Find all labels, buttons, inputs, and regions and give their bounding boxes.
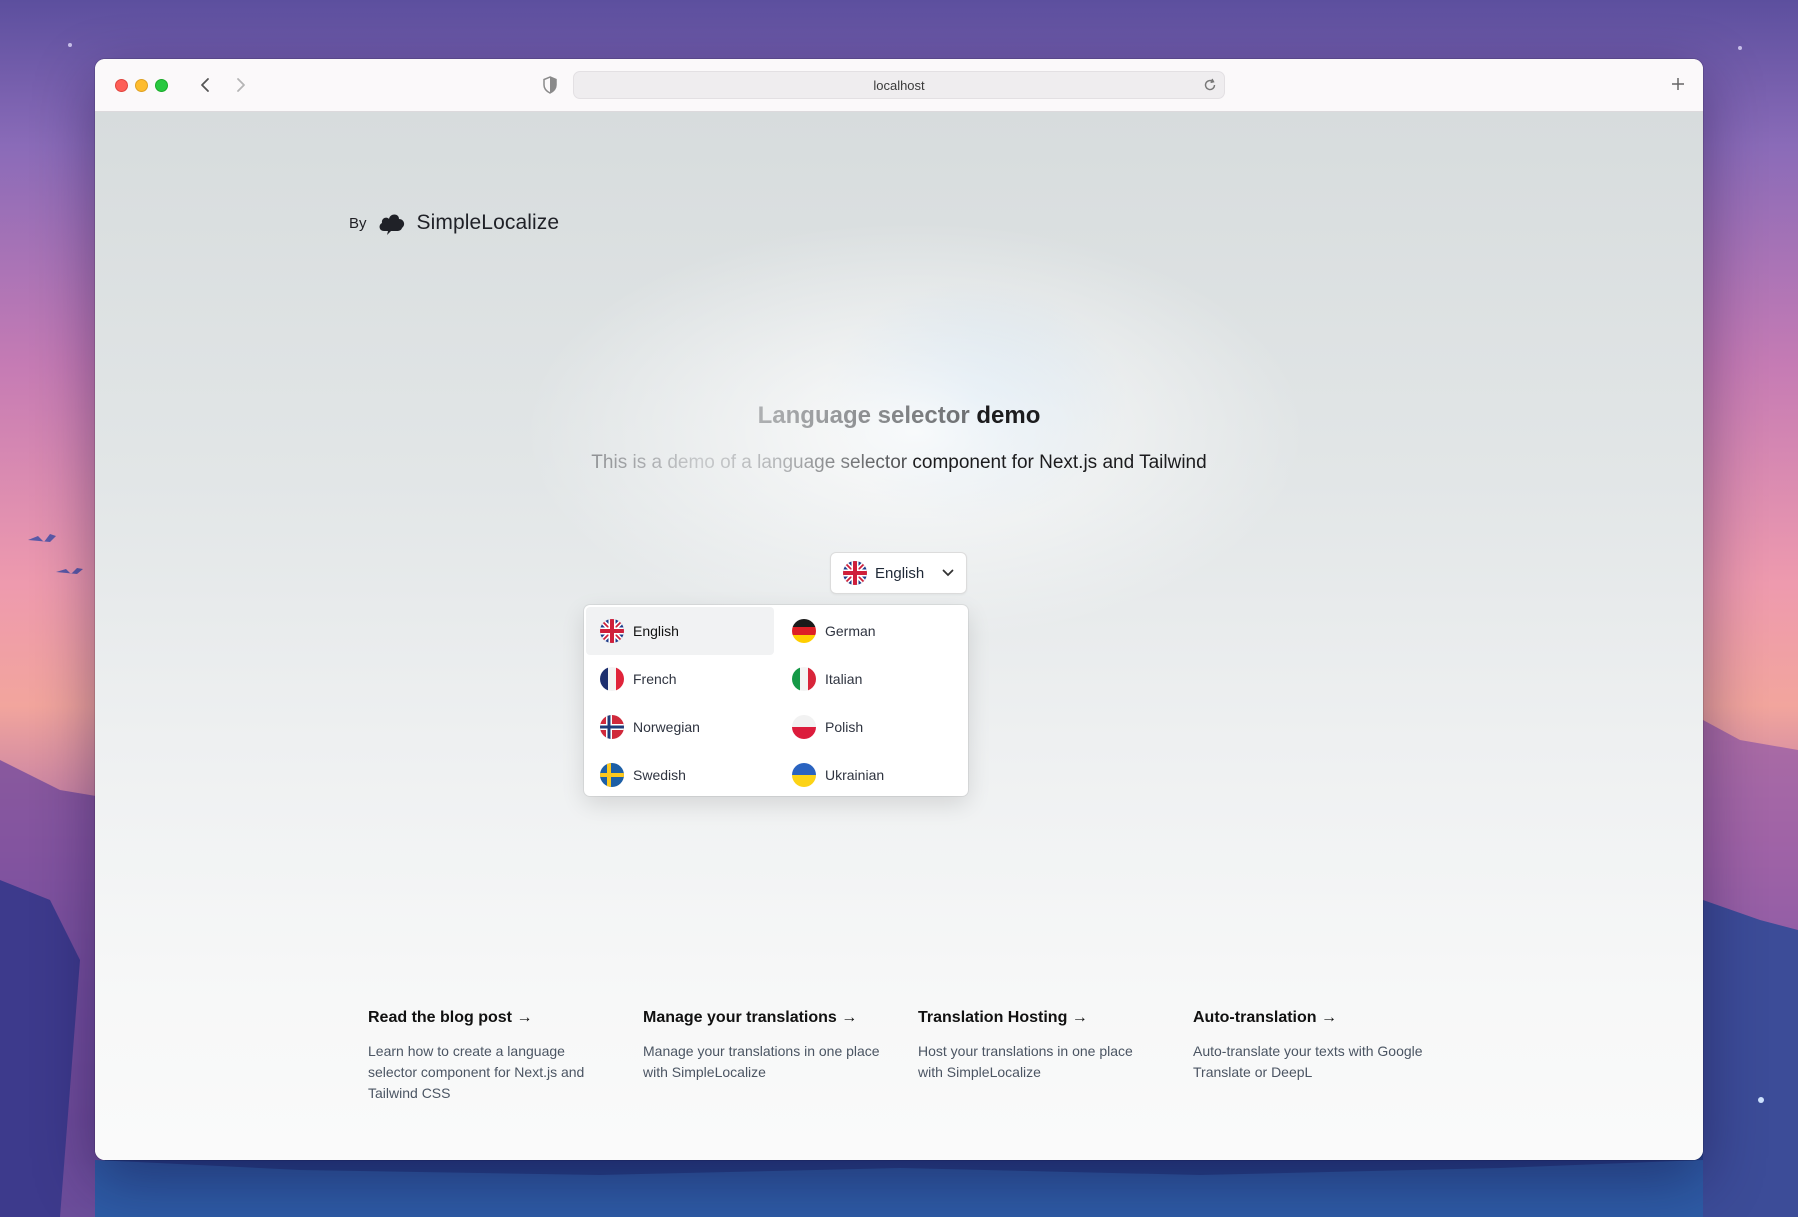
language-selector-button[interactable]: English bbox=[830, 552, 967, 594]
norway-flag-icon bbox=[600, 715, 624, 739]
cloud-logo-icon bbox=[379, 214, 404, 235]
card-blog-post[interactable]: Read the blog post → Learn how to create… bbox=[368, 1009, 643, 1104]
uk-flag-icon bbox=[843, 561, 867, 585]
language-option-ukrainian[interactable]: Ukrainian bbox=[778, 751, 966, 799]
language-option-label: French bbox=[633, 671, 677, 687]
page-content: By SimpleLocalize Language selector demo… bbox=[95, 112, 1703, 1160]
page-subtitle: This is a demo of a language selector co… bbox=[95, 452, 1703, 474]
germany-flag-icon bbox=[792, 619, 816, 643]
brand-link[interactable]: By SimpleLocalize bbox=[349, 210, 559, 236]
subtitle-strong-text: component for Next.js and Tailwind bbox=[912, 452, 1207, 473]
language-option-german[interactable]: German bbox=[778, 607, 966, 655]
chevron-down-icon bbox=[942, 569, 954, 577]
language-option-label: English bbox=[633, 623, 679, 639]
url-text: localhost bbox=[873, 77, 925, 93]
language-option-norwegian[interactable]: Norwegian bbox=[586, 703, 774, 751]
title-strong-text: demo bbox=[976, 402, 1041, 429]
card-title: Translation Hosting → bbox=[918, 1009, 1088, 1026]
language-option-label: Swedish bbox=[633, 767, 686, 783]
language-option-label: Polish bbox=[825, 719, 864, 735]
brand-by-label: By bbox=[349, 214, 367, 232]
language-dropdown-menu: English German French Italian Norwegian … bbox=[584, 605, 968, 796]
close-window-button[interactable] bbox=[115, 79, 128, 92]
poland-flag-icon bbox=[792, 715, 816, 739]
card-auto-translation[interactable]: Auto-translation → Auto-translate your t… bbox=[1193, 1009, 1468, 1104]
ukraine-flag-icon bbox=[792, 763, 816, 787]
forward-icon[interactable] bbox=[229, 73, 253, 97]
sweden-flag-icon bbox=[600, 763, 624, 787]
france-flag-icon bbox=[600, 667, 624, 691]
card-title: Auto-translation → bbox=[1193, 1009, 1337, 1026]
page-title: Language selector demo bbox=[95, 402, 1703, 430]
shield-icon[interactable] bbox=[542, 76, 560, 94]
language-option-polish[interactable]: Polish bbox=[778, 703, 966, 751]
zoom-window-button[interactable] bbox=[155, 79, 168, 92]
card-description: Manage your translations in one place wi… bbox=[643, 1043, 880, 1080]
language-option-label: German bbox=[825, 623, 876, 639]
card-description: Learn how to create a language selector … bbox=[368, 1043, 585, 1101]
back-icon[interactable] bbox=[193, 73, 217, 97]
uk-flag-icon bbox=[600, 619, 624, 643]
italy-flag-icon bbox=[792, 667, 816, 691]
card-title: Read the blog post → bbox=[368, 1009, 533, 1026]
link-cards: Read the blog post → Learn how to create… bbox=[368, 1009, 1468, 1104]
card-translation-hosting[interactable]: Translation Hosting → Host your translat… bbox=[918, 1009, 1193, 1104]
browser-toolbar: localhost bbox=[95, 59, 1703, 112]
language-option-label: Italian bbox=[825, 671, 863, 687]
minimize-window-button[interactable] bbox=[135, 79, 148, 92]
language-option-french[interactable]: French bbox=[586, 655, 774, 703]
card-title: Manage your translations → bbox=[643, 1009, 858, 1026]
language-option-english[interactable]: English bbox=[586, 607, 774, 655]
card-description: Auto-translate your texts with Google Tr… bbox=[1193, 1043, 1423, 1080]
reload-icon[interactable] bbox=[1203, 78, 1218, 93]
language-option-swedish[interactable]: Swedish bbox=[586, 751, 774, 799]
subtitle-faded-text: This is a demo of a language selector bbox=[591, 452, 908, 473]
brand-name: SimpleLocalize bbox=[416, 211, 560, 234]
address-bar[interactable]: localhost bbox=[573, 71, 1225, 99]
card-description: Host your translations in one place with… bbox=[918, 1043, 1133, 1080]
language-option-label: Norwegian bbox=[633, 719, 700, 735]
plus-icon[interactable] bbox=[1667, 73, 1689, 95]
browser-window: localhost By SimpleLocalize Language sel… bbox=[95, 59, 1703, 1160]
selected-language-label: English bbox=[875, 564, 925, 582]
title-faded-text: Language selector bbox=[757, 402, 970, 429]
language-option-label: Ukrainian bbox=[825, 767, 885, 783]
language-option-italian[interactable]: Italian bbox=[778, 655, 966, 703]
card-manage-translations[interactable]: Manage your translations → Manage your t… bbox=[643, 1009, 918, 1104]
